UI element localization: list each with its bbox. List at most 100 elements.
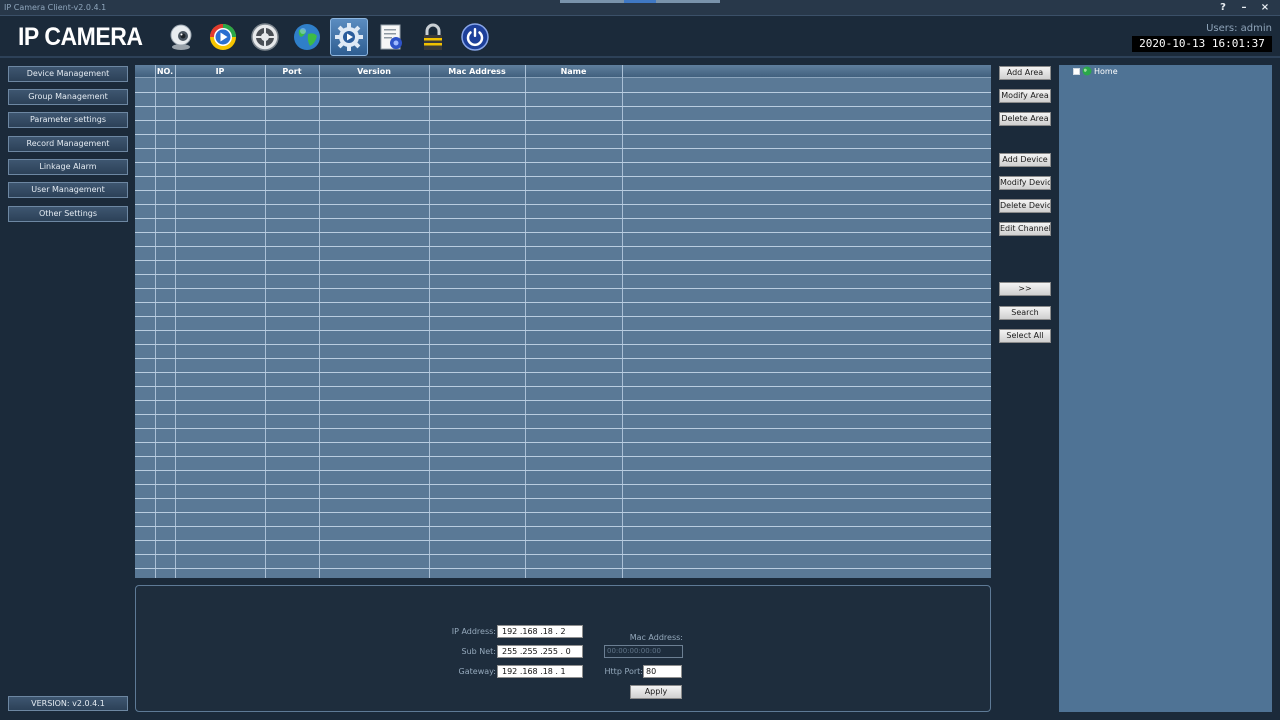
gateway-input[interactable]: 192 .168 .18 . 1 [497,665,583,678]
sidebar-item-record-management[interactable]: Record Management [8,136,128,152]
exit-button[interactable] [456,18,494,56]
table-row-divider [135,246,991,247]
titlebar-tab-marker [656,0,720,3]
table-row-divider [135,554,991,555]
mac-address-field: 00:00:00:00:00 [604,645,683,658]
table-row-divider [135,358,991,359]
column-header-mac-address[interactable]: Mac Address [429,65,525,78]
table-row-divider [135,568,991,569]
table-header: NO. IP Port Version Mac Address Name [135,65,991,78]
power-icon [461,23,489,51]
column-header-no[interactable]: NO. [155,65,175,78]
tree-node-home[interactable]: Home [1073,66,1118,76]
table-row-divider [135,204,991,205]
table-row-divider [135,372,991,373]
table-row-divider [135,540,991,541]
column-divider [265,65,266,578]
table-row-divider [135,400,991,401]
subnet-input[interactable]: 255 .255 .255 . 0 [497,645,583,658]
http-port-input[interactable]: 80 [643,665,682,678]
window-titlebar: IP Camera Client-v2.0.4.1 ? – × [0,0,1280,16]
table-row-divider [135,414,991,415]
column-header-select[interactable] [135,65,155,78]
subnet-label: Sub Net: [461,647,496,656]
lock-button[interactable] [414,18,452,56]
sidebar-item-parameter-settings[interactable]: Parameter settings [8,112,128,128]
table-row-divider [135,176,991,177]
table-row-divider [135,526,991,527]
table-row-divider [135,498,991,499]
titlebar-tab-marker [624,0,656,3]
titlebar-tab-marker [560,0,624,3]
sidebar-item-other-settings[interactable]: Other Settings [8,206,128,222]
ptz-control-icon [251,23,279,51]
column-divider [429,65,430,578]
select-all-button[interactable]: Select All [999,329,1051,343]
playback-icon [210,24,236,50]
sidebar-item-user-management[interactable]: User Management [8,182,128,198]
table-row-divider [135,260,991,261]
table-row-divider [135,120,991,121]
edit-channel-button[interactable]: Edit Channel [999,222,1051,236]
ip-address-input[interactable]: 192 .168 .18 . 2 [497,625,583,638]
tree-node-label: Home [1094,66,1118,76]
app-header: IP CAMERA Users: admin 2020-10-13 16:01:… [0,16,1280,58]
column-header-name[interactable]: Name [525,65,622,78]
table-row-divider [135,428,991,429]
current-user: Users: admin [1206,23,1272,34]
help-button[interactable]: ? [1214,1,1232,14]
table-row-divider [135,344,991,345]
delete-area-button[interactable]: Delete Area [999,112,1051,126]
settings-gear-icon [335,23,363,51]
table-row-divider [135,386,991,387]
area-tree-panel[interactable]: Home [1059,65,1272,712]
table-row-divider [135,302,991,303]
table-row-divider [135,442,991,443]
http-port-label: Http Port: [604,667,643,676]
app-logo: IP CAMERA [18,23,143,51]
tree-checkbox[interactable] [1073,67,1080,75]
column-header-version[interactable]: Version [319,65,429,78]
column-header-ip[interactable]: IP [175,65,265,78]
apply-button[interactable]: Apply [630,685,682,699]
live-view-button[interactable] [162,18,200,56]
window-title: IP Camera Client-v2.0.4.1 [4,3,107,12]
column-divider [525,65,526,578]
ip-address-label: IP Address: [451,627,496,636]
sidebar-item-linkage-alarm[interactable]: Linkage Alarm [8,159,128,175]
version-label: VERSION: v2.0.4.1 [8,696,128,711]
settings-button[interactable] [330,18,368,56]
logs-button[interactable] [372,18,410,56]
modify-area-button[interactable]: Modify Area [999,89,1051,103]
close-button[interactable]: × [1256,1,1274,14]
network-button[interactable] [288,18,326,56]
move-to-area-button[interactable]: >> [999,282,1051,296]
ptz-control-button[interactable] [246,18,284,56]
column-header-port[interactable]: Port [265,65,319,78]
add-area-button[interactable]: Add Area [999,66,1051,80]
delete-device-button[interactable]: Delete Device [999,199,1051,213]
table-row-divider [135,274,991,275]
column-divider [155,65,156,578]
playback-button[interactable] [204,18,242,56]
table-row-divider [135,330,991,331]
column-divider [175,65,176,578]
table-row-divider [135,162,991,163]
minimize-button[interactable]: – [1235,1,1253,14]
webcam-icon [170,24,192,50]
globe-icon [294,24,320,50]
table-row-divider [135,92,991,93]
column-divider [319,65,320,578]
sidebar-item-device-management[interactable]: Device Management [8,66,128,82]
search-button[interactable]: Search [999,306,1051,320]
device-table[interactable]: NO. IP Port Version Mac Address Name [135,65,991,578]
table-row-divider [135,484,991,485]
table-row-divider [135,148,991,149]
add-device-button[interactable]: Add Device [999,153,1051,167]
modify-device-button[interactable]: Modify Device [999,176,1051,190]
sidebar-item-group-management[interactable]: Group Management [8,89,128,105]
table-row-divider [135,512,991,513]
table-row-divider [135,134,991,135]
datetime-display: 2020-10-13 16:01:37 [1132,36,1272,52]
table-row-divider [135,190,991,191]
